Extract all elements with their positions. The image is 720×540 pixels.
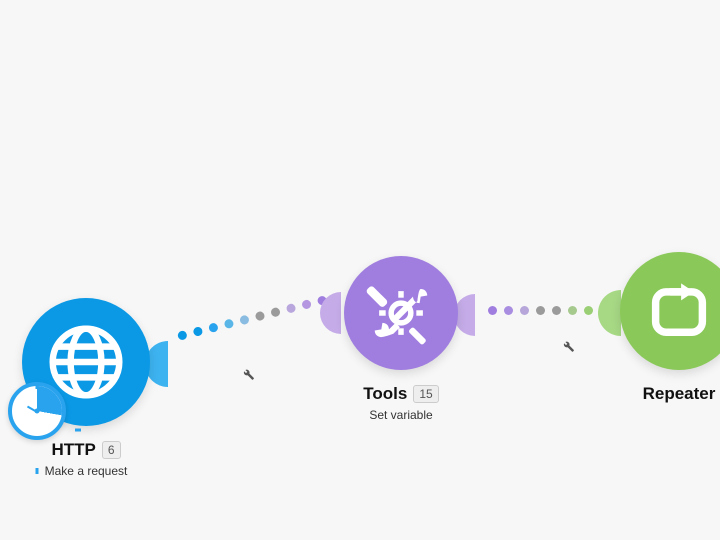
- wrench-icon[interactable]: [240, 366, 255, 385]
- node-http[interactable]: HTTP 6 Make a request: [22, 298, 150, 478]
- wrench-icon[interactable]: [560, 338, 575, 357]
- node-title: Tools: [363, 384, 407, 404]
- scheduler-clock-icon[interactable]: [8, 382, 66, 440]
- tools-icon: [344, 256, 458, 370]
- node-subtitle: Make a request: [45, 464, 128, 478]
- workflow-canvas[interactable]: HTTP 6 Make a request: [0, 0, 720, 540]
- http-icon: [22, 298, 150, 426]
- node-title: Repeater: [643, 384, 716, 404]
- node-tools[interactable]: Tools 15 Set variable: [344, 256, 458, 422]
- connector-out-http: [145, 341, 191, 387]
- connector-http-tools[interactable]: [177, 295, 328, 341]
- connector-out-tools: [454, 294, 496, 336]
- node-id-badge: 15: [413, 385, 438, 403]
- node-repeater[interactable]: Repeater: [620, 252, 720, 404]
- repeater-icon: [620, 252, 720, 370]
- node-title: HTTP: [51, 440, 95, 460]
- node-id-badge: 6: [102, 441, 121, 459]
- node-subtitle: Set variable: [369, 408, 432, 422]
- connector-tools-repeater[interactable]: [488, 306, 609, 315]
